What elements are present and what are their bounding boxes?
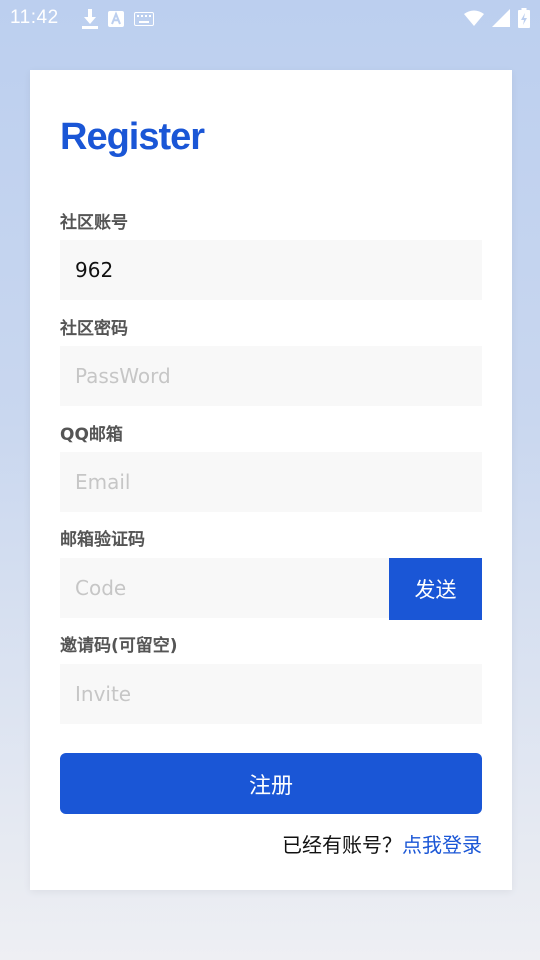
register-card: Register 社区账号 社区密码 QQ邮箱 邮箱验证码 发送 邀请码(可留空… bbox=[30, 70, 512, 890]
status-bar: 11:42 bbox=[0, 0, 540, 36]
a-notification-icon bbox=[108, 11, 124, 27]
invite-input[interactable] bbox=[60, 664, 482, 724]
status-left-icons bbox=[82, 9, 154, 29]
password-input[interactable] bbox=[60, 346, 482, 406]
login-row: 已经有账号？点我登录 bbox=[282, 832, 482, 858]
login-prompt: 已经有账号？ bbox=[282, 833, 402, 857]
register-button[interactable]: 注册 bbox=[60, 753, 482, 814]
email-input[interactable] bbox=[60, 452, 482, 512]
status-time: 11:42 bbox=[10, 7, 59, 28]
code-input[interactable] bbox=[60, 558, 389, 618]
invite-label: 邀请码(可留空) bbox=[60, 636, 178, 656]
battery-charging-icon bbox=[518, 8, 530, 28]
send-code-button[interactable]: 发送 bbox=[389, 558, 482, 620]
keyboard-icon bbox=[134, 12, 154, 26]
code-label: 邮箱验证码 bbox=[60, 530, 145, 550]
password-label: 社区密码 bbox=[60, 319, 128, 339]
page-title: Register bbox=[60, 116, 205, 158]
status-right-icons bbox=[464, 8, 530, 28]
email-label: QQ邮箱 bbox=[60, 425, 123, 445]
login-link[interactable]: 点我登录 bbox=[402, 833, 482, 857]
account-label: 社区账号 bbox=[60, 213, 128, 233]
download-icon bbox=[82, 9, 98, 29]
wifi-icon bbox=[464, 10, 484, 26]
signal-icon bbox=[492, 9, 510, 27]
account-input[interactable] bbox=[60, 240, 482, 300]
